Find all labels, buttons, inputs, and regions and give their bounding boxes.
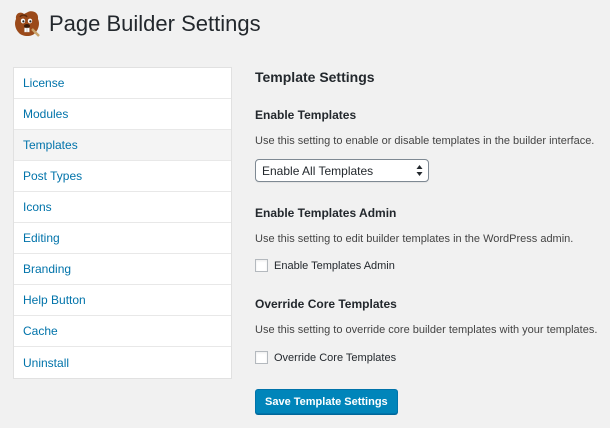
enable-templates-description: Use this setting to enable or disable te… — [255, 135, 595, 147]
select-arrows-icon — [416, 163, 423, 178]
override-core-description: Use this setting to override core builde… — [255, 324, 598, 336]
page-title: Page Builder Settings — [49, 11, 261, 36]
sidebar-item-cache[interactable]: Cache — [14, 316, 231, 347]
sidebar-item-editing[interactable]: Editing — [14, 223, 231, 254]
sidebar-item-post-types[interactable]: Post Types — [14, 161, 231, 192]
templates-admin-title: Enable Templates Admin — [255, 206, 397, 220]
save-template-settings-button[interactable]: Save Template Settings — [255, 389, 398, 414]
sidebar-item-uninstall[interactable]: Uninstall — [14, 347, 231, 378]
templates-admin-checkbox[interactable] — [255, 259, 268, 272]
sidebar-item-branding[interactable]: Branding — [14, 254, 231, 285]
sidebar-item-templates[interactable]: Templates — [14, 130, 231, 161]
enable-templates-title: Enable Templates — [255, 108, 357, 122]
override-core-checkbox[interactable] — [255, 351, 268, 364]
templates-admin-description: Use this setting to edit builder templat… — [255, 233, 574, 245]
page-header: Page Builder Settings — [12, 8, 261, 40]
sidebar-item-license[interactable]: License — [14, 68, 231, 99]
sidebar-item-modules[interactable]: Modules — [14, 99, 231, 130]
override-core-option: Override Core Templates — [255, 351, 396, 364]
section-title: Template Settings — [255, 69, 375, 85]
override-core-title: Override Core Templates — [255, 297, 397, 311]
templates-admin-option: Enable Templates Admin — [255, 259, 395, 272]
enable-templates-select[interactable]: Enable All Templates — [255, 159, 429, 182]
override-core-checkbox-label[interactable]: Override Core Templates — [274, 352, 396, 364]
sidebar-item-icons[interactable]: Icons — [14, 192, 231, 223]
settings-sidebar: License Modules Templates Post Types Ico… — [13, 67, 232, 379]
enable-templates-selected-value: Enable All Templates — [262, 163, 374, 178]
templates-admin-checkbox-label[interactable]: Enable Templates Admin — [274, 260, 395, 272]
beaver-logo-icon — [12, 9, 42, 39]
sidebar-item-help-button[interactable]: Help Button — [14, 285, 231, 316]
